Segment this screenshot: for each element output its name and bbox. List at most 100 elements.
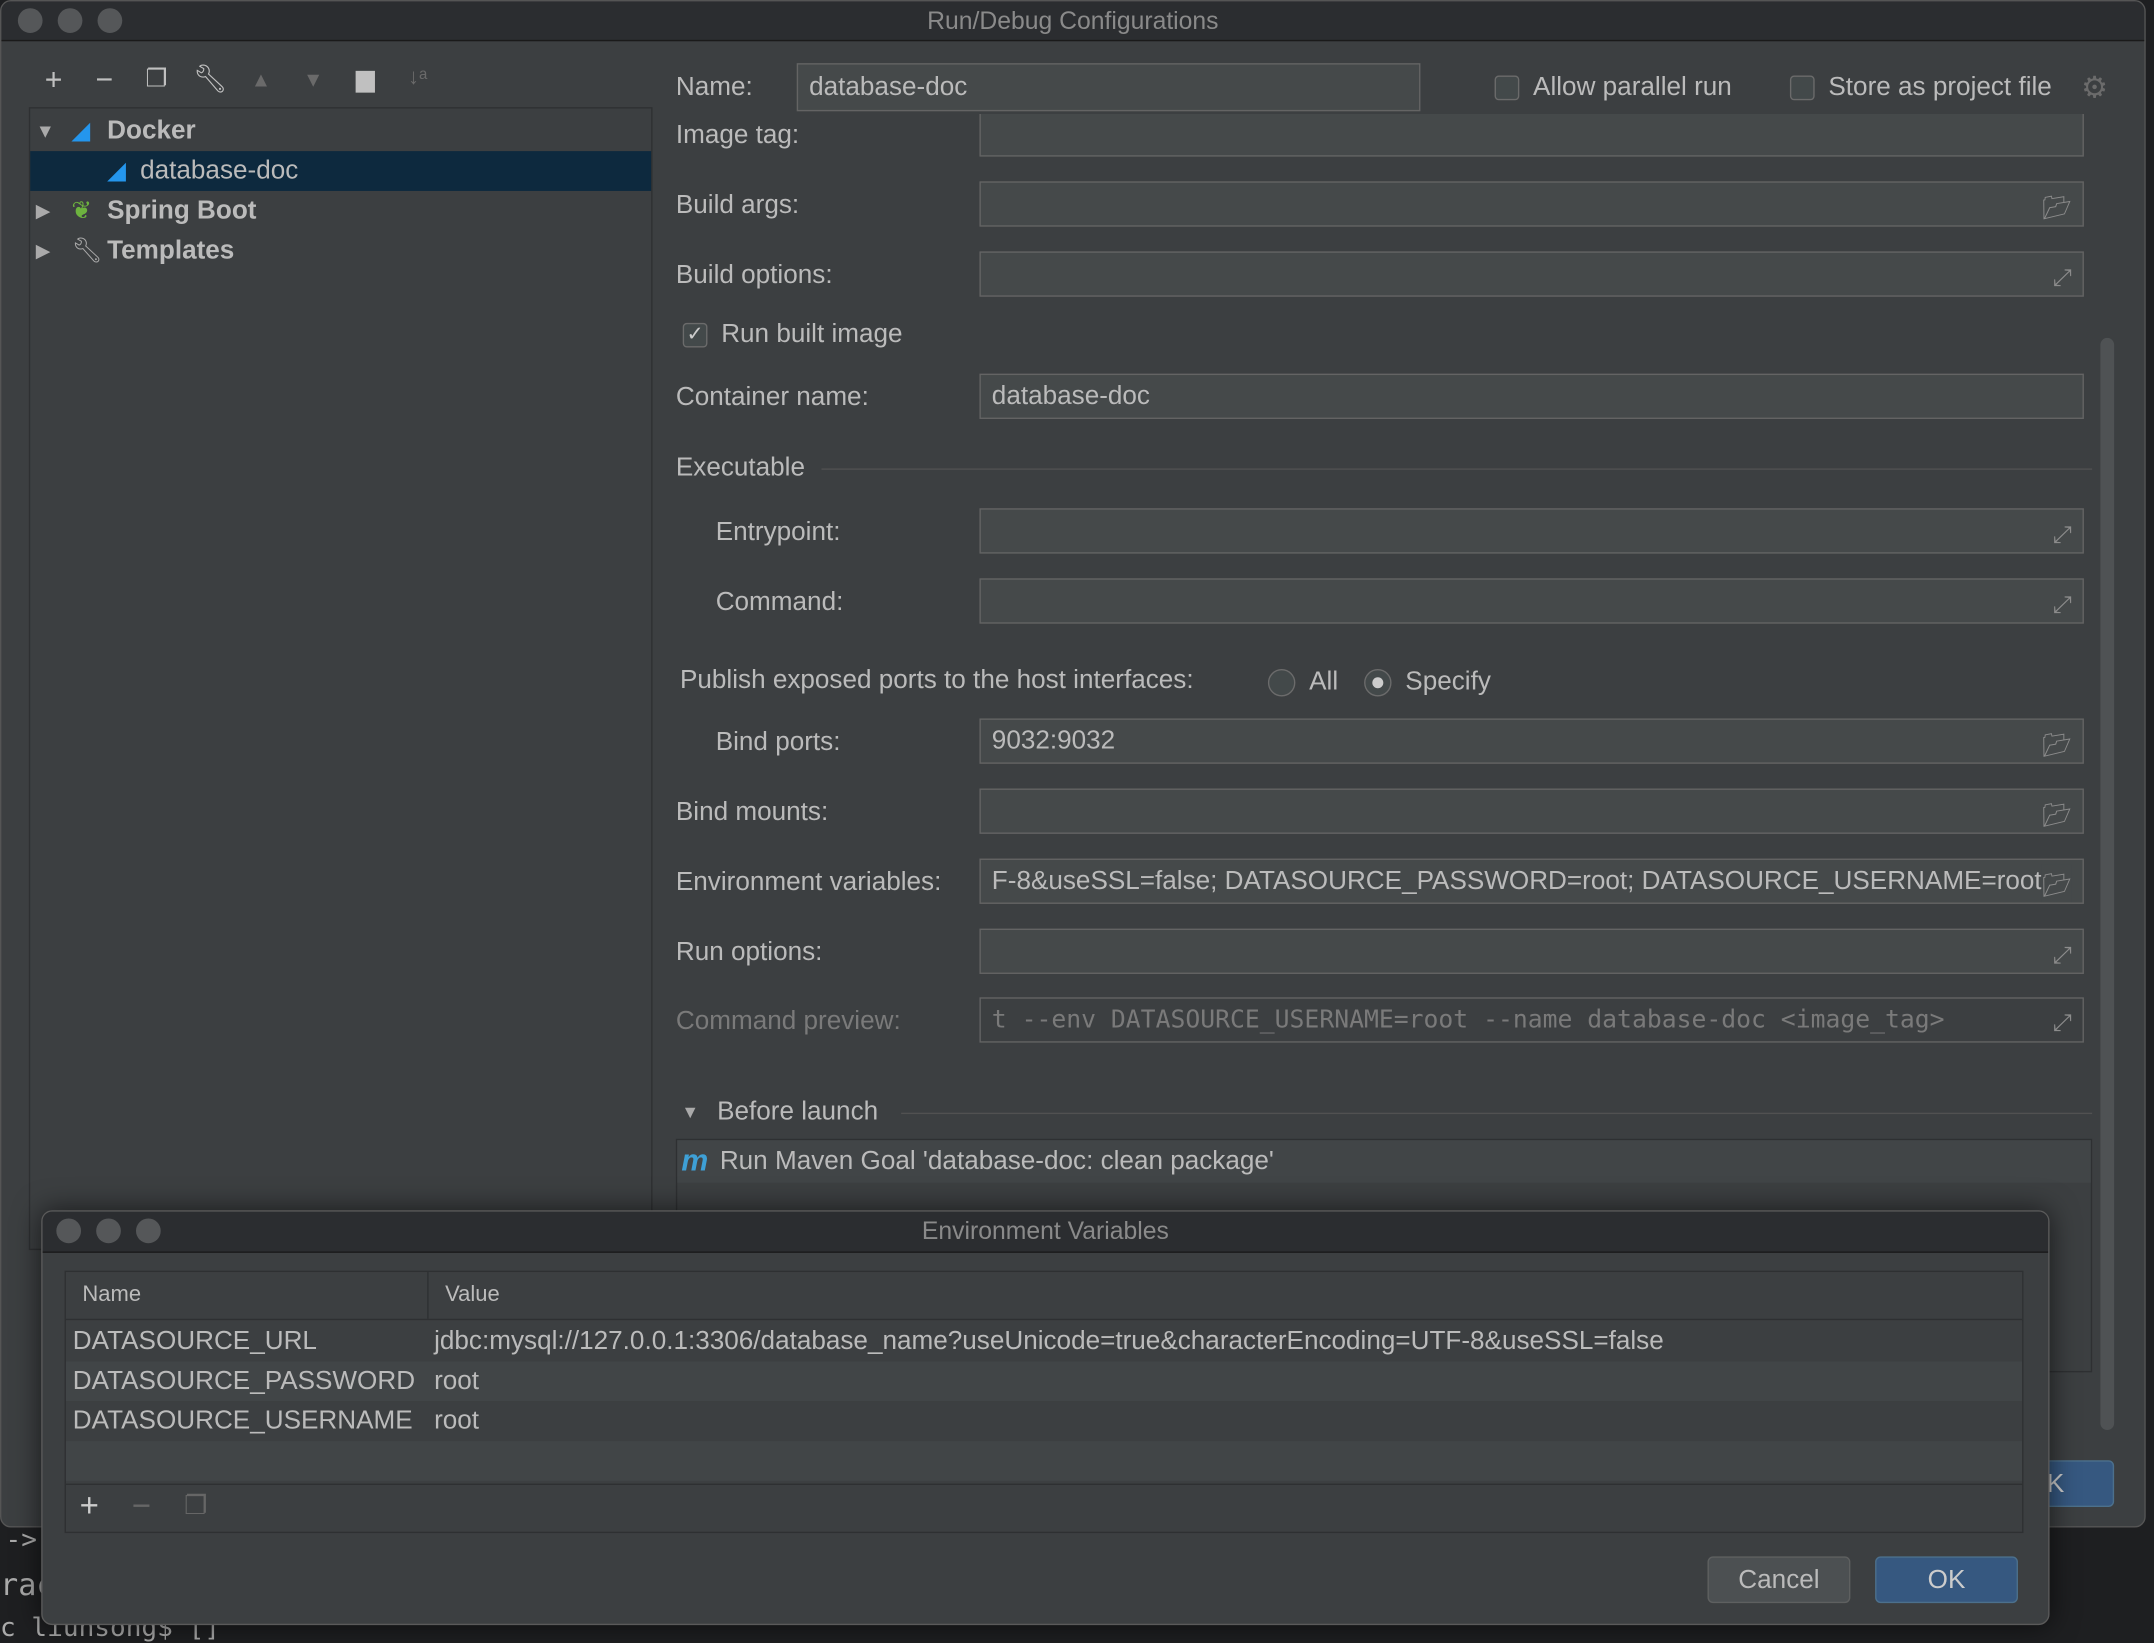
title-bar: Run/Debug Configurations: [1, 1, 2145, 42]
tree-item-label: database-doc: [140, 156, 299, 186]
executable-section-label: Executable: [675, 453, 806, 483]
bind-ports-value: 9032:9032: [991, 726, 1116, 756]
allow-parallel-label: Allow parallel run: [1533, 72, 1732, 102]
divider: [821, 468, 2093, 470]
command-preview-value: t --env DATASOURCE_USERNAME=root --name …: [991, 1005, 1945, 1035]
table-header: Name Value: [65, 1272, 2023, 1321]
build-args-label: Build args:: [675, 190, 800, 220]
store-project-label: Store as project file: [1828, 72, 2052, 102]
expand-arrow-icon[interactable]: ▼: [36, 111, 55, 151]
column-header-name[interactable]: Name: [82, 1283, 141, 1308]
table-toolbar: + − ❐: [64, 1483, 2024, 1534]
terminal-line: ->: [5, 1524, 37, 1556]
cell-value: root: [434, 1406, 480, 1436]
dialog-title-bar: Environment Variables: [42, 1211, 2049, 1253]
table-row[interactable]: DATASOURCE_URL jdbc:mysql://127.0.0.1:33…: [65, 1321, 2023, 1362]
window-title: Run/Debug Configurations: [927, 6, 1219, 35]
remove-icon[interactable]: −: [132, 1488, 151, 1526]
expand-icon[interactable]: ⤢: [2053, 584, 2072, 622]
divider: [901, 1112, 2093, 1115]
env-vars-label: Environment variables:: [675, 868, 942, 898]
before-launch-item-label: Run Maven Goal 'database-doc: clean pack…: [719, 1147, 1274, 1176]
run-built-image-label: Run built image: [721, 320, 903, 349]
maven-icon: m: [681, 1142, 709, 1178]
cell-name: DATASOURCE_USERNAME: [72, 1406, 413, 1436]
cancel-button[interactable]: Cancel: [1707, 1556, 1851, 1604]
expand-icon[interactable]: ⤢: [2053, 934, 2072, 972]
dialog-title: Environment Variables: [921, 1217, 1169, 1245]
entrypoint-label: Entrypoint:: [715, 517, 841, 547]
command-input[interactable]: ⤢: [979, 578, 2084, 624]
bind-ports-label: Bind ports:: [715, 728, 841, 757]
build-options-input[interactable]: ⤢: [979, 251, 2084, 297]
container-name-input[interactable]: database-doc: [979, 373, 2084, 419]
wrench-icon: 🔧︎: [71, 236, 103, 264]
container-name-label: Container name:: [675, 383, 869, 413]
ok-button[interactable]: OK: [1875, 1556, 2018, 1604]
folder-icon[interactable]: 📂︎: [2041, 864, 2072, 903]
radio-all[interactable]: [1267, 668, 1296, 697]
env-vars-value: F-8&useSSL=false; DATASOURCE_PASSWORD=ro…: [991, 866, 2042, 896]
wrench-icon[interactable]: 🔧︎: [192, 62, 228, 96]
tree-item-label: Docker: [107, 116, 196, 146]
store-project-checkbox[interactable]: [1789, 75, 1815, 101]
command-preview-field: t --env DATASOURCE_USERNAME=root --name …: [979, 997, 2084, 1043]
run-built-image-checkbox[interactable]: ✓: [682, 322, 708, 348]
bind-mounts-input[interactable]: 📂︎: [979, 788, 2084, 834]
move-down-icon[interactable]: ▼: [295, 69, 331, 92]
collapse-arrow-icon[interactable]: ▶: [36, 191, 51, 231]
cell-name: DATASOURCE_PASSWORD: [72, 1366, 416, 1396]
command-preview-label: Command preview:: [675, 1006, 901, 1036]
remove-icon[interactable]: −: [87, 62, 123, 98]
list-item[interactable]: m Run Maven Goal 'database-doc: clean pa…: [677, 1140, 2091, 1183]
move-up-icon[interactable]: ▲: [243, 69, 279, 92]
run-options-label: Run options:: [675, 938, 823, 968]
expand-icon[interactable]: ⤢: [2053, 514, 2072, 552]
env-vars-dialog: Environment Variables Name Value DATASOU…: [41, 1210, 2050, 1626]
tree-item-label: Templates: [107, 236, 235, 266]
expand-icon[interactable]: ⤢: [2053, 1003, 2072, 1041]
add-icon[interactable]: +: [80, 1488, 99, 1526]
add-icon[interactable]: +: [36, 62, 72, 98]
expand-icon[interactable]: ⤢: [2053, 257, 2072, 295]
docker-icon: ◢: [107, 156, 127, 185]
env-vars-input[interactable]: F-8&useSSL=false; DATASOURCE_PASSWORD=ro…: [979, 858, 2084, 904]
docker-icon: ◢: [71, 116, 91, 145]
copy-icon[interactable]: ❐: [184, 1490, 207, 1522]
tree-item-docker[interactable]: ▼ ◢ Docker: [30, 111, 651, 151]
name-input[interactable]: database-doc: [796, 63, 1421, 112]
table-row-empty: [65, 1441, 2023, 1481]
command-label: Command:: [715, 587, 844, 617]
new-folder-icon[interactable]: ▆: [348, 65, 384, 94]
run-options-input[interactable]: ⤢: [979, 928, 2084, 974]
table-row[interactable]: DATASOURCE_USERNAME root: [65, 1401, 2023, 1442]
build-args-input[interactable]: 📂︎: [979, 181, 2084, 227]
scrollbar[interactable]: [2100, 337, 2115, 1431]
configuration-tree: ▼ ◢ Docker ◢ database-doc ▶ ❦ Spring Boo…: [28, 107, 653, 1251]
radio-specify[interactable]: [1364, 668, 1392, 697]
column-header-value[interactable]: Value: [445, 1283, 500, 1308]
sort-icon[interactable]: ↓ᵃ: [400, 66, 436, 91]
allow-parallel-checkbox[interactable]: [1494, 75, 1520, 101]
before-launch-toggle-icon[interactable]: ▼: [681, 1102, 699, 1123]
cell-value: jdbc:mysql://127.0.0.1:3306/database_nam…: [434, 1326, 1664, 1356]
folder-icon[interactable]: 📂︎: [2042, 724, 2072, 762]
radio-all-label: All: [1309, 667, 1339, 697]
tree-item-spring-boot[interactable]: ▶ ❦ Spring Boot: [30, 191, 651, 231]
tree-item-templates[interactable]: ▶ 🔧︎ Templates: [30, 231, 651, 271]
cell-name: DATASOURCE_URL: [72, 1326, 317, 1356]
build-options-label: Build options:: [675, 261, 833, 290]
tree-item-label: Spring Boot: [107, 196, 257, 226]
copy-icon[interactable]: ❐: [139, 65, 175, 94]
folder-icon[interactable]: 📂︎: [2042, 794, 2072, 832]
collapse-arrow-icon[interactable]: ▶: [36, 231, 51, 271]
bind-ports-input[interactable]: 9032:9032 📂︎: [979, 718, 2084, 764]
gear-icon[interactable]: ⚙: [2081, 70, 2108, 106]
publish-ports-label: Publish exposed ports to the host interf…: [679, 666, 1194, 696]
radio-specify-label: Specify: [1405, 667, 1491, 697]
table-row[interactable]: DATASOURCE_PASSWORD root: [65, 1361, 2023, 1402]
tree-item-database-doc[interactable]: ◢ database-doc: [30, 151, 652, 191]
entrypoint-input[interactable]: ⤢: [979, 508, 2084, 554]
folder-icon[interactable]: 📂︎: [2042, 187, 2072, 225]
image-tag-input[interactable]: [979, 114, 2084, 157]
